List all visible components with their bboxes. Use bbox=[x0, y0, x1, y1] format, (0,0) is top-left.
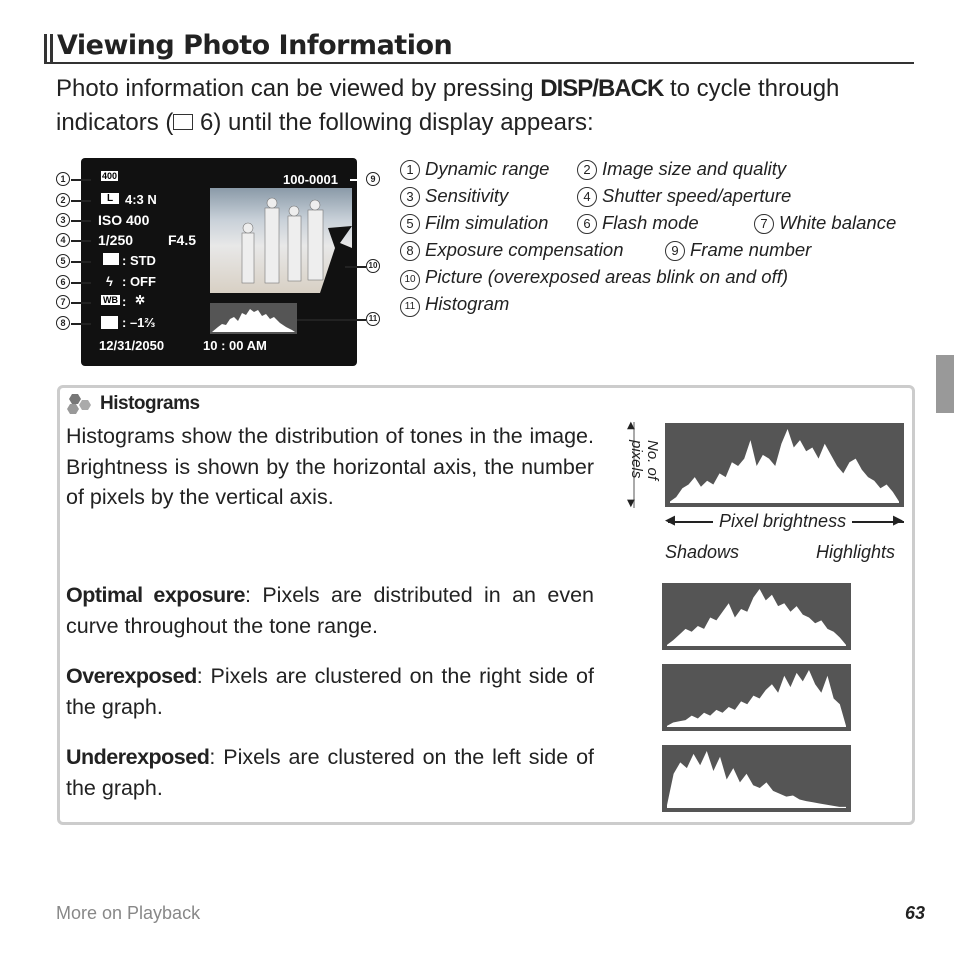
book-icon bbox=[173, 114, 194, 130]
callout-10: 10 bbox=[366, 259, 380, 273]
leader-line bbox=[345, 266, 366, 268]
histogram-graph bbox=[667, 751, 846, 808]
highlights-label: Highlights bbox=[816, 542, 896, 562]
leader-line bbox=[71, 240, 91, 242]
legend-item: 3 Sensitivity bbox=[400, 185, 508, 207]
date: 12/31/2050 bbox=[99, 338, 165, 353]
callout-3: 3 bbox=[56, 213, 70, 227]
page-number: 63 bbox=[905, 903, 926, 923]
callout-8: 8 bbox=[56, 316, 70, 330]
overexposed-text: Overexposed: Pixels are clustered on the… bbox=[66, 664, 594, 719]
frame-number: 100-0001 bbox=[283, 172, 338, 187]
exposure-comp-icon bbox=[101, 316, 118, 329]
leader-line bbox=[350, 179, 366, 181]
legend-item: 5 Film simulation bbox=[400, 212, 548, 234]
leader-line bbox=[71, 302, 91, 304]
callout-1: 1 bbox=[56, 172, 70, 186]
y-axis-label: No. of pixels bbox=[628, 440, 661, 481]
histogram-graph bbox=[212, 309, 295, 332]
leader-line bbox=[71, 261, 91, 263]
histograms-description: Histograms show the distribution of tone… bbox=[66, 424, 594, 509]
underexposed-text: Underexposed: Pixels are clustered on th… bbox=[66, 745, 594, 800]
legend-item: 4 Shutter speed/aperture bbox=[577, 185, 791, 207]
page-title: Viewing Photo Information bbox=[57, 30, 453, 61]
legend-item: 7 White balance bbox=[754, 212, 896, 234]
screen-histogram bbox=[210, 303, 297, 334]
histogram-silhouette bbox=[670, 429, 899, 503]
leader-line bbox=[71, 220, 91, 222]
legend-item: 8 Exposure compensation bbox=[400, 239, 623, 261]
footer-section: More on Playback bbox=[56, 903, 201, 923]
legend-item: 10 Picture (overexposed areas blink on an… bbox=[400, 266, 788, 290]
legend-item: 11 Histogram bbox=[400, 293, 509, 317]
callout-9: 9 bbox=[366, 172, 380, 186]
optimal-histogram bbox=[662, 583, 851, 650]
note-icon bbox=[66, 393, 96, 419]
histogram-graph bbox=[667, 670, 846, 727]
intro-paragraph: Photo information can be viewed by press… bbox=[56, 75, 840, 136]
arrow-left-icon: ◀ bbox=[665, 513, 675, 528]
underexposed-histogram bbox=[662, 745, 851, 812]
title-marker bbox=[44, 34, 47, 62]
callout-6: 6 bbox=[56, 275, 70, 289]
wb-badge: WB bbox=[101, 295, 120, 305]
arrow-up-icon: ▲ bbox=[627, 420, 635, 431]
exposure-compensation: : –1⅔ bbox=[122, 315, 156, 330]
histogram-silhouette bbox=[667, 670, 846, 727]
disp-back-button-label: DISP/BACK bbox=[540, 75, 664, 102]
arrow-right-icon: ▶ bbox=[893, 513, 903, 528]
shutter-speed: 1/250 bbox=[98, 232, 134, 248]
histograms-heading: Histograms bbox=[100, 393, 200, 414]
legend-item: 9 Frame number bbox=[665, 239, 811, 261]
histogram-silhouette bbox=[667, 751, 846, 808]
leader-line bbox=[71, 323, 91, 325]
iso-value: ISO 400 bbox=[98, 212, 150, 228]
x-axis-label: Pixel brightness bbox=[713, 511, 853, 532]
photo-figures bbox=[241, 197, 352, 293]
overexposed-histogram bbox=[662, 664, 851, 731]
manual-page: Viewing Photo Information Photo informat… bbox=[0, 0, 954, 954]
flash-mode: : OFF bbox=[122, 274, 156, 289]
histogram-silhouette bbox=[667, 589, 846, 646]
callout-4: 4 bbox=[56, 233, 70, 247]
photo-preview bbox=[210, 188, 352, 293]
optimal-exposure-text: Optimal exposure: Pixels are distributed… bbox=[66, 583, 594, 638]
size-badge: L bbox=[101, 193, 120, 204]
film-icon bbox=[103, 253, 119, 265]
arrow-down-icon: ▼ bbox=[627, 498, 635, 509]
chapter-tab bbox=[936, 355, 954, 413]
callout-11: 11 bbox=[366, 312, 380, 326]
histogram-graph bbox=[670, 429, 899, 503]
flash-icon: ϟ bbox=[106, 274, 113, 289]
image-size-quality: 4:3 N bbox=[125, 192, 157, 207]
leader-line bbox=[71, 282, 91, 284]
aperture: F4.5 bbox=[168, 232, 197, 248]
leader-line bbox=[297, 319, 366, 321]
title-rule bbox=[44, 62, 914, 64]
dynamic-range-value: 400 bbox=[101, 171, 119, 181]
callout-5: 5 bbox=[56, 254, 70, 268]
shade-wb-icon: ✲ bbox=[135, 293, 146, 307]
leader-line bbox=[71, 200, 91, 202]
film-simulation: : STD bbox=[122, 253, 156, 268]
legend-item: 6 Flash mode bbox=[577, 212, 699, 234]
legend-item: 2 Image size and quality bbox=[577, 158, 786, 180]
callout-7: 7 bbox=[56, 295, 70, 309]
time: 10 : 00 AM bbox=[203, 338, 267, 353]
legend-item: 1 Dynamic range bbox=[400, 158, 549, 180]
sample-histogram bbox=[665, 423, 904, 507]
leader-line bbox=[71, 179, 91, 181]
histogram-graph bbox=[667, 589, 846, 646]
shadows-label: Shadows bbox=[665, 542, 740, 562]
title-marker bbox=[50, 34, 53, 62]
callout-2: 2 bbox=[56, 193, 70, 207]
wb-separator: : bbox=[122, 294, 127, 309]
